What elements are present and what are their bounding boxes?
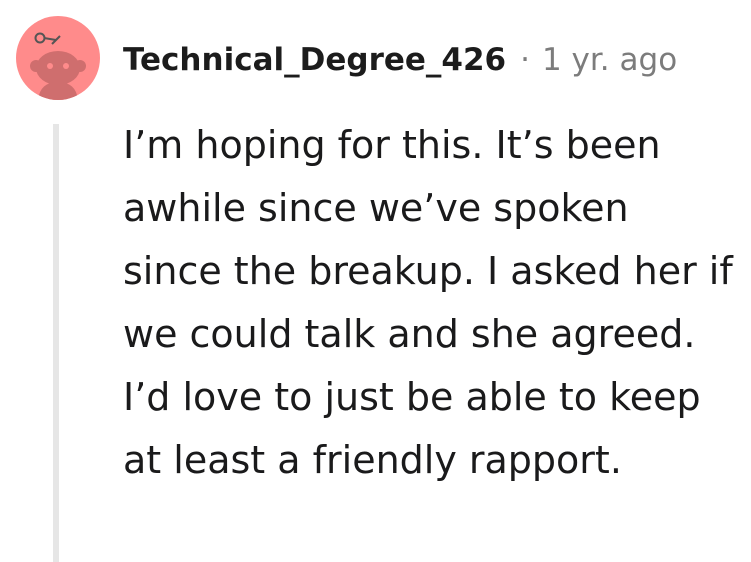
comment-body: I’m hoping for this. It’s been awhile si… [123, 123, 733, 482]
snoo-avatar-icon [30, 32, 86, 100]
author-username[interactable]: Technical_Degree_426 [123, 42, 506, 78]
comment: Technical_Degree_426 · 1 yr. ago I’m hop… [0, 0, 751, 562]
comment-meta: Technical_Degree_426 · 1 yr. ago [123, 36, 677, 84]
comment-timestamp[interactable]: 1 yr. ago [542, 42, 677, 78]
meta-separator: · [520, 42, 530, 78]
avatar[interactable] [16, 16, 100, 100]
thread-collapse-line[interactable] [53, 124, 59, 562]
